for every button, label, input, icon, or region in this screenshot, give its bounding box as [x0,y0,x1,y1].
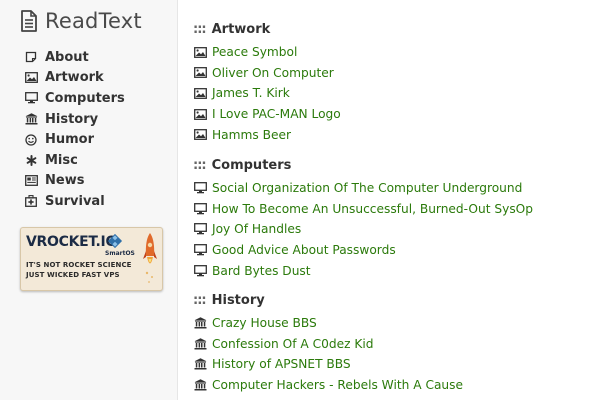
monitor-icon [193,264,207,278]
item-link[interactable]: Oliver On Computer [212,66,334,80]
list-item[interactable]: History of APSNET BBS [193,354,463,375]
medkit-icon [24,194,38,208]
item-link[interactable]: Good Advice About Passwords [212,243,396,257]
ad-tagline-1: IT'S NOT ROCKET SCIENCE [26,261,132,269]
image-icon [193,107,207,121]
item-link[interactable]: I Love PAC-MAN Logo [212,107,341,121]
image-icon [193,66,207,80]
item-link[interactable]: How To Become An Unsuccessful, Burned-Ou… [212,202,533,216]
sidebar-item-label: Survival [45,193,105,209]
list-item[interactable]: Crazy House BBS [193,313,463,334]
list-item[interactable]: Computer Hackers - Rebels With A Cause [193,375,463,396]
list-item[interactable]: How To Become An Unsuccessful, Burned-Ou… [193,199,533,220]
list-item[interactable]: Peace Symbol [193,42,341,63]
list-item[interactable]: Hamms Beer [193,124,341,145]
brand[interactable]: ReadText [20,9,142,33]
image-icon [193,86,207,100]
sidebar-item-computers[interactable]: Computers [24,88,125,109]
sidebar-item-label: Artwork [45,70,104,86]
monitor-icon [193,202,207,216]
museum-icon [193,337,207,351]
list-item[interactable]: Good Advice About Passwords [193,240,533,261]
image-icon [193,128,207,142]
sidebar-item-artwork[interactable]: Artwork [24,68,125,89]
asterisk-icon [24,153,38,167]
list-item[interactable]: Bard Bytes Dust [193,260,533,281]
museum-icon [193,357,207,371]
sidebar-item-label: News [45,173,85,189]
item-link[interactable]: James T. Kirk [212,86,290,100]
monitor-icon [193,243,207,257]
section-heading: ::: History [193,291,463,309]
image-icon [24,71,38,85]
monitor-icon [24,91,38,105]
museum-icon [193,316,207,330]
monitor-icon [193,181,207,195]
list-item[interactable]: I Love PAC-MAN Logo [193,104,341,125]
smartos-logo-icon [107,233,123,249]
museum-icon [24,112,38,126]
sidebar-item-misc[interactable]: Misc [24,150,125,171]
list-item[interactable]: Joy Of Handles [193,219,533,240]
museum-icon [193,378,207,392]
item-link[interactable]: Crazy House BBS [212,316,317,330]
section-history: ::: History Crazy House BBS Confession O… [193,291,463,395]
monitor-icon [193,222,207,236]
sidebar-item-label: History [45,111,99,127]
item-link[interactable]: History of APSNET BBS [212,357,351,371]
section-artwork: ::: Artwork Peace Symbol Oliver On Compu… [193,20,341,145]
brand-name: ReadText [45,9,142,33]
sidebar-item-about[interactable]: About [24,47,125,68]
item-link[interactable]: Confession Of A C0dez Kid [212,337,373,351]
item-link[interactable]: Social Organization Of The Computer Unde… [212,181,522,195]
sidebar: ReadText About Artwork Computers History [0,0,178,400]
item-link[interactable]: Hamms Beer [212,128,291,142]
smile-icon [24,133,38,147]
sidebar-item-history[interactable]: History [24,109,125,130]
item-link[interactable]: Joy Of Handles [212,222,301,236]
section-heading: ::: Artwork [193,20,341,38]
section-title: Computers [211,157,292,173]
list-item[interactable]: Confession Of A C0dez Kid [193,334,463,355]
image-icon [193,45,207,59]
section-heading: ::: Computers [193,156,533,174]
sidebar-item-news[interactable]: News [24,171,125,192]
sidebar-nav: About Artwork Computers History Humor Mi… [24,47,125,212]
section-marker: ::: [193,21,207,37]
list-item[interactable]: Social Organization Of The Computer Unde… [193,178,533,199]
section-title: History [211,292,265,308]
list-item[interactable]: Oliver On Computer [193,63,341,84]
section-computers: ::: Computers Social Organization Of The… [193,156,533,281]
item-link[interactable]: Bard Bytes Dust [212,264,311,278]
sidebar-item-label: About [45,49,89,65]
item-link[interactable]: Computer Hackers - Rebels With A Cause [212,378,463,392]
sidebar-item-label: Computers [45,90,125,106]
sidebar-item-survival[interactable]: Survival [24,191,125,212]
section-title: Artwork [211,21,271,37]
sidebar-item-humor[interactable]: Humor [24,129,125,150]
list-item[interactable]: James T. Kirk [193,83,341,104]
document-icon [21,10,37,32]
sidebar-item-label: Humor [45,132,95,148]
sidebar-item-label: Misc [45,152,78,168]
section-marker: ::: [193,157,207,173]
item-link[interactable]: Peace Symbol [212,45,297,59]
note-icon [24,50,38,64]
ad-badge: SmartOS [105,250,135,257]
ad-tagline-2: JUST WICKED FAST VPS [26,271,120,279]
newspaper-icon [24,174,38,188]
rocket-icon [143,233,157,283]
advertisement-banner[interactable]: VROCKET.IO SmartOS IT'S NOT ROCKET SCIEN… [20,227,163,291]
section-marker: ::: [193,292,207,308]
